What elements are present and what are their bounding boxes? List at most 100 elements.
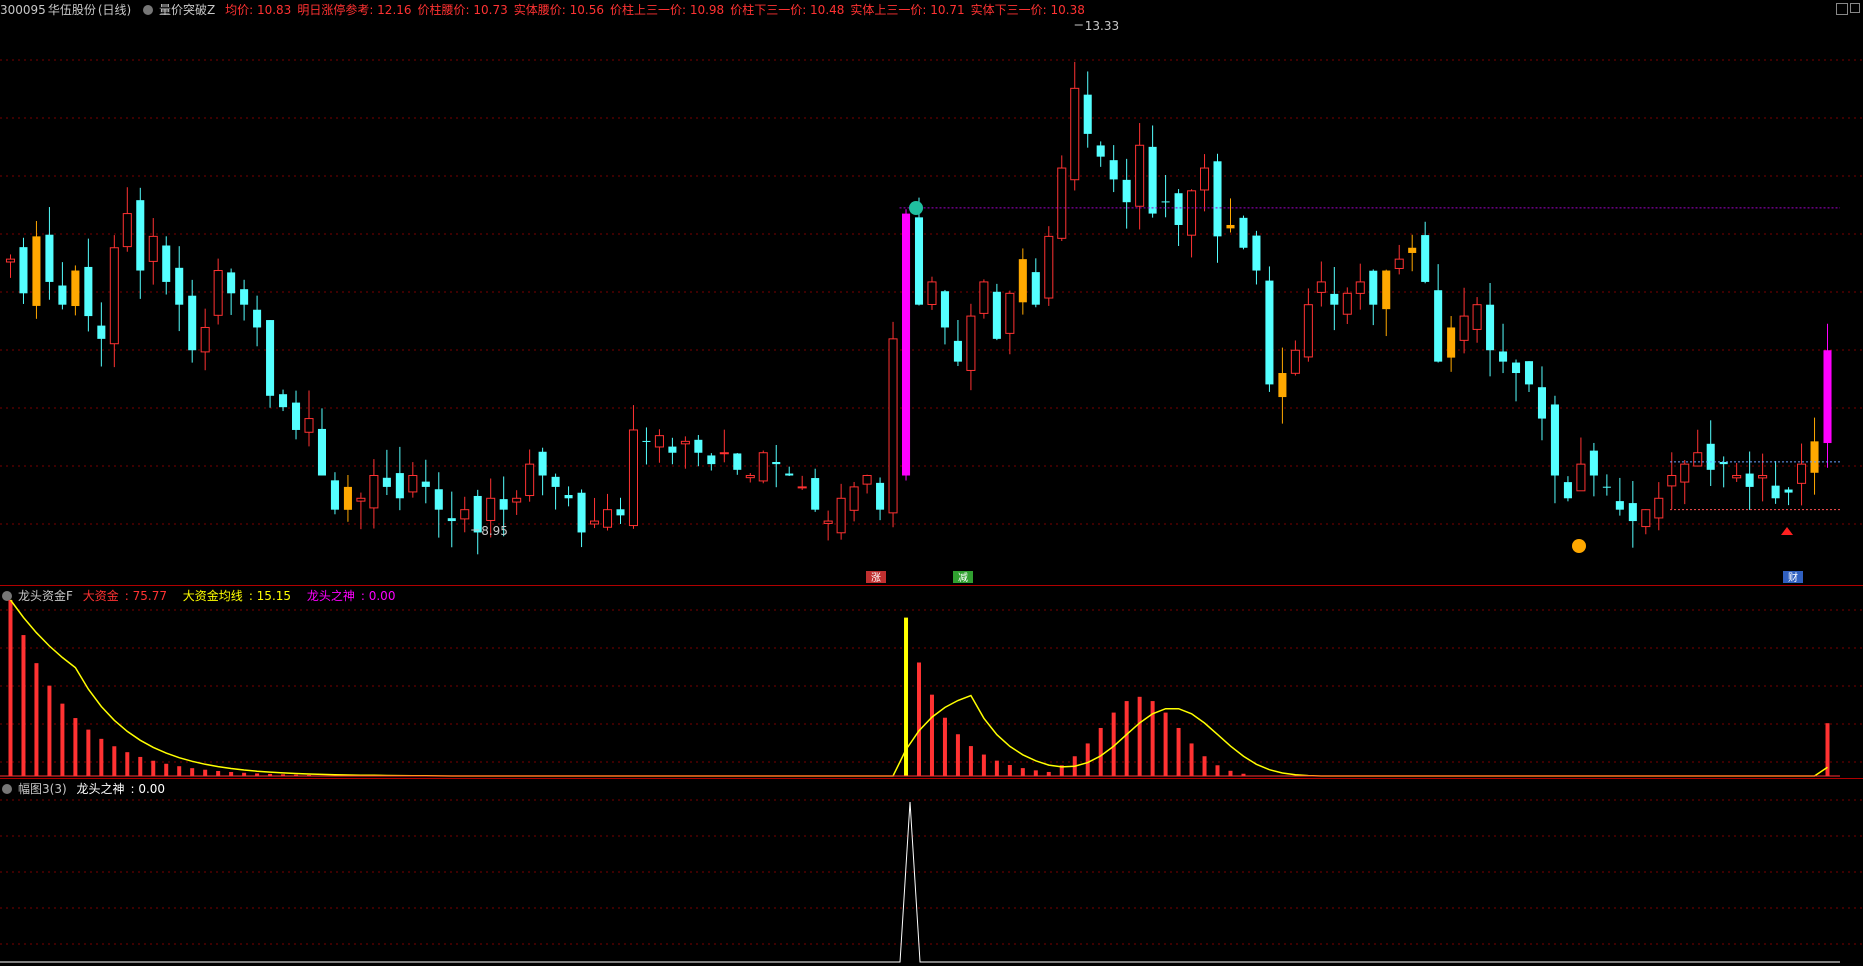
fund-bar (112, 746, 117, 776)
candle-body (602, 509, 613, 528)
candle-body (382, 477, 391, 487)
candle-body (1005, 292, 1015, 334)
chart-canvas[interactable]: 13.33 8.95 涨 减 财 (0, 0, 1863, 966)
candle-body (1031, 272, 1040, 305)
fund-bar (229, 771, 234, 776)
candle-body (564, 494, 573, 499)
fund-bar (1215, 765, 1220, 776)
candle-body (1472, 304, 1482, 330)
candle-body (1148, 146, 1157, 214)
candle-body (1122, 179, 1131, 203)
candle-body (953, 340, 962, 362)
candle-body (1369, 270, 1378, 305)
fund-bar (138, 756, 143, 776)
candle-body (1537, 387, 1547, 419)
fund-bar (1150, 701, 1155, 776)
fund-bar (1033, 770, 1038, 776)
candle-body (577, 492, 586, 533)
fund-bar (86, 729, 91, 776)
candle-body (1758, 475, 1768, 479)
fund-bar (929, 694, 934, 776)
candle-body (109, 247, 119, 345)
candle-body (1316, 281, 1326, 293)
fund-bar (1046, 771, 1051, 776)
candle-body (317, 428, 327, 476)
candle-body (512, 497, 522, 503)
dragon-god-line (0, 801, 1840, 963)
candle-body (162, 245, 171, 282)
candle-body (1394, 258, 1404, 269)
candle-body (758, 452, 768, 482)
fund-bar (203, 769, 208, 776)
candle-body (32, 236, 41, 306)
candle-body (628, 429, 638, 527)
candle-body (1303, 304, 1313, 358)
candle-body (849, 486, 859, 511)
candle-body (1499, 351, 1508, 362)
candle-body (1823, 350, 1832, 444)
candle-body (642, 440, 651, 442)
candle-body (1563, 482, 1572, 499)
candle-body (707, 455, 716, 465)
fund-bar (8, 600, 13, 776)
candle-body (1693, 452, 1703, 467)
candle-body (979, 281, 989, 314)
candle-body (266, 320, 275, 396)
candle-body (395, 473, 404, 499)
candle-body (1200, 167, 1210, 191)
candle-body (1486, 304, 1495, 351)
candle-body (227, 272, 236, 294)
fund-bar (1085, 743, 1090, 776)
fund-bar (994, 760, 999, 776)
candle-body (1706, 443, 1715, 470)
candle-body (680, 440, 690, 445)
candle-body (733, 453, 742, 470)
candle-body (1459, 315, 1469, 341)
candle-body (240, 289, 249, 305)
candle-body (71, 270, 80, 307)
candle-body (1771, 485, 1780, 499)
candle-body (1278, 373, 1287, 398)
fund-bar (190, 768, 195, 776)
candle-body (901, 213, 911, 476)
candle-body (1810, 441, 1819, 473)
candle-body (1187, 190, 1197, 236)
candle-body (279, 394, 288, 408)
candle-body (1226, 224, 1235, 229)
reduce-marker: 减 (958, 572, 968, 584)
candle-body (45, 234, 54, 282)
coin-icon (1572, 539, 1586, 553)
limit-up-marker: 涨 (871, 572, 881, 584)
candle-body (356, 497, 366, 502)
fund-bar (177, 766, 182, 776)
sell-triangle-icon (1781, 527, 1793, 535)
candle-body (200, 326, 210, 353)
candle-body (1434, 290, 1443, 362)
candle-body (914, 217, 924, 305)
candle-body (460, 509, 470, 520)
candle-body (213, 270, 223, 316)
candle-body (1342, 292, 1352, 315)
fund-bar (60, 703, 65, 776)
candle-body (486, 497, 496, 521)
candle-body (369, 475, 379, 509)
candle-body (927, 281, 937, 305)
candle-body (1070, 87, 1080, 181)
fund-bar (1124, 701, 1129, 776)
candle-body (136, 200, 145, 271)
fund-bar (164, 763, 169, 776)
candle-body (719, 452, 729, 455)
candle-body (992, 291, 1001, 339)
candle-body (1174, 193, 1183, 225)
candle-body (1576, 463, 1586, 492)
fund-bar (1228, 770, 1233, 776)
candle-body (1421, 235, 1430, 282)
candle-body (888, 338, 898, 514)
fund-bar (151, 760, 156, 776)
fund-bar (1137, 696, 1142, 776)
candle-body (58, 285, 67, 305)
fund-bar (125, 752, 130, 776)
candle-body (1641, 509, 1651, 528)
candle-body (940, 291, 949, 328)
candle-body (1667, 475, 1677, 487)
